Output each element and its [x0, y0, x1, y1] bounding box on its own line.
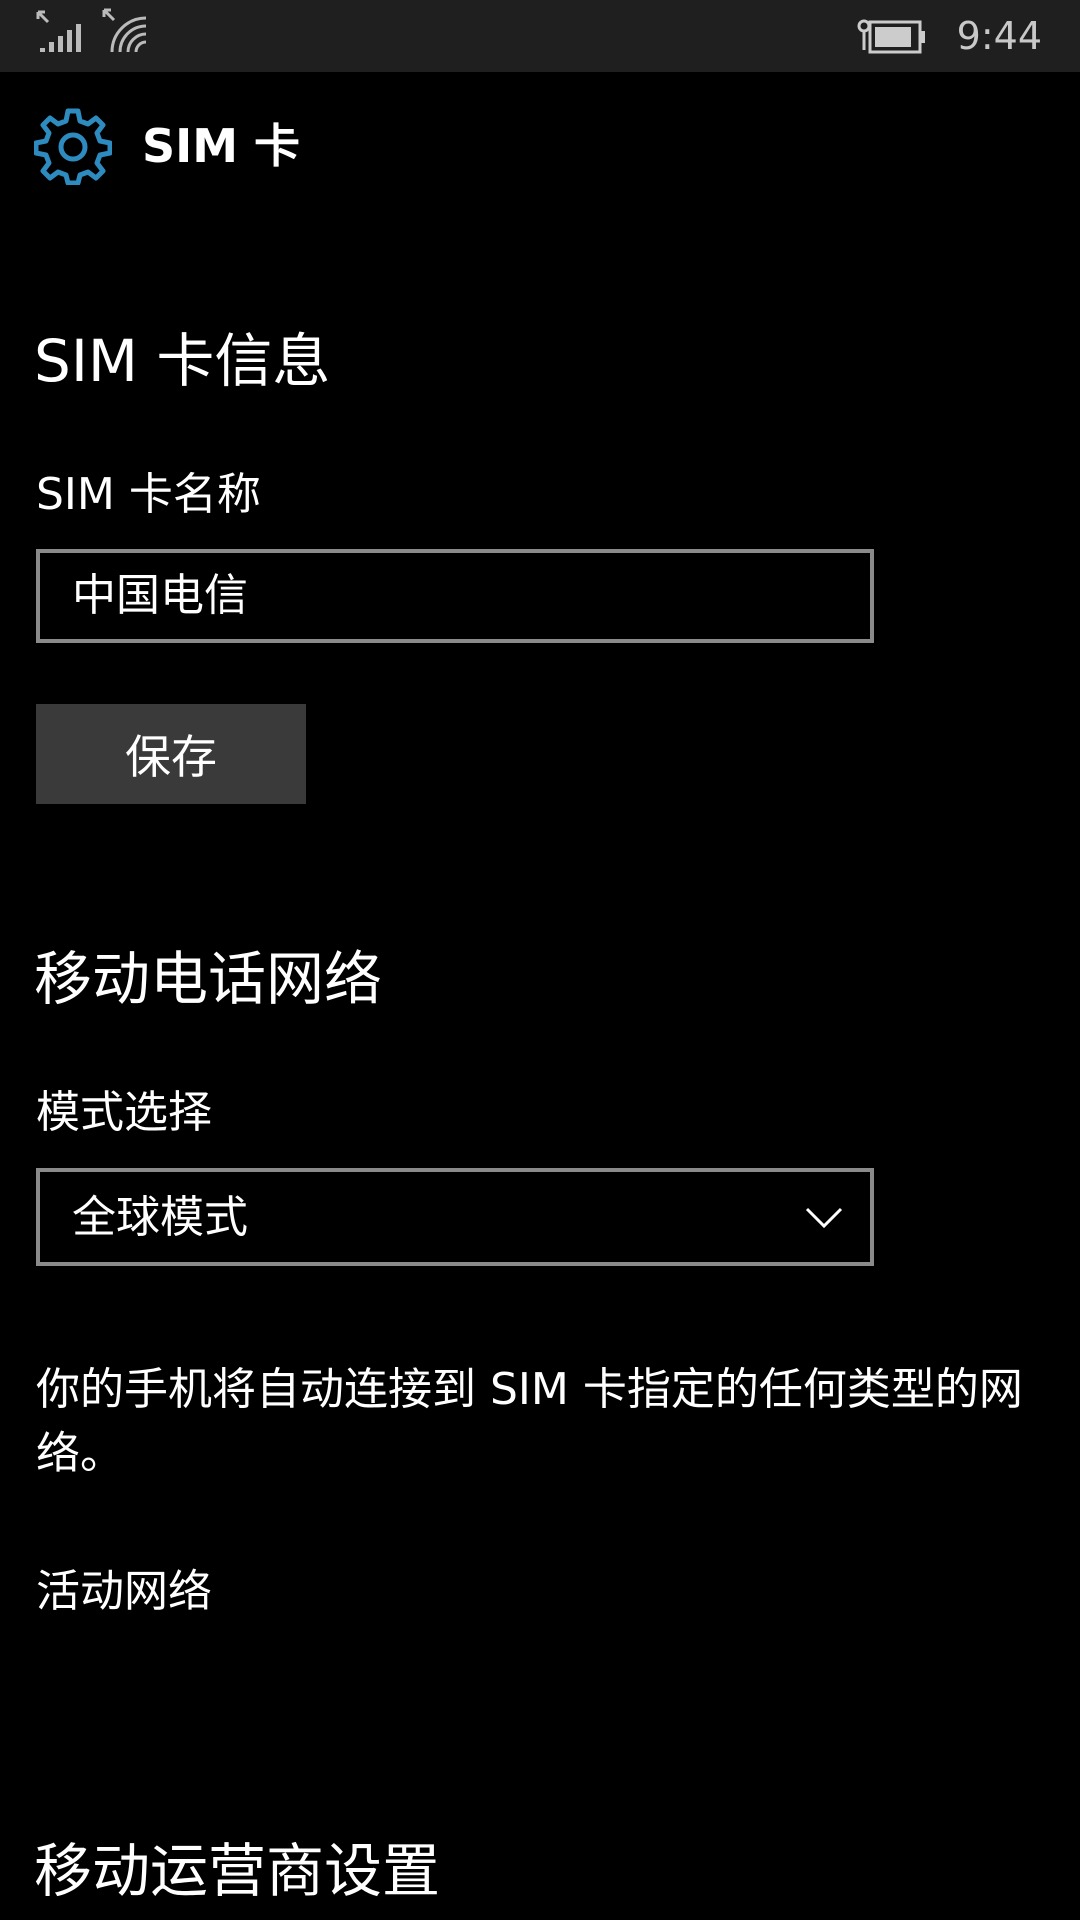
sim-info-heading: SIM 卡信息 — [34, 327, 331, 395]
clock: 9:44 — [956, 14, 1042, 58]
chevron-down-icon — [805, 1207, 843, 1229]
sim-name-value: 中国电信 — [72, 570, 248, 621]
sim-name-input[interactable]: 中国电信 — [36, 549, 874, 643]
mode-select-value: 全球模式 — [72, 1192, 248, 1243]
status-bar: 9:44 — [0, 0, 1080, 72]
mode-select-label: 模式选择 — [36, 1087, 212, 1138]
carrier-settings-heading: 移动运营商设置 — [34, 1837, 441, 1905]
save-button[interactable]: 保存 — [36, 704, 306, 804]
page-title: SIM 卡 — [142, 119, 301, 173]
mode-select-dropdown[interactable]: 全球模式 — [36, 1168, 874, 1266]
active-network-label: 活动网络 — [36, 1566, 212, 1617]
cellular-heading: 移动电话网络 — [34, 945, 383, 1013]
gear-icon — [34, 108, 112, 185]
signal-strength-icon — [36, 10, 81, 52]
battery-icon — [857, 19, 925, 54]
wifi-icon — [102, 8, 147, 53]
page-header: SIM 卡 — [34, 106, 300, 186]
sim-name-label: SIM 卡名称 — [36, 469, 261, 520]
network-description: 你的手机将自动连接到 SIM 卡指定的任何类型的网络。 — [36, 1364, 1023, 1479]
